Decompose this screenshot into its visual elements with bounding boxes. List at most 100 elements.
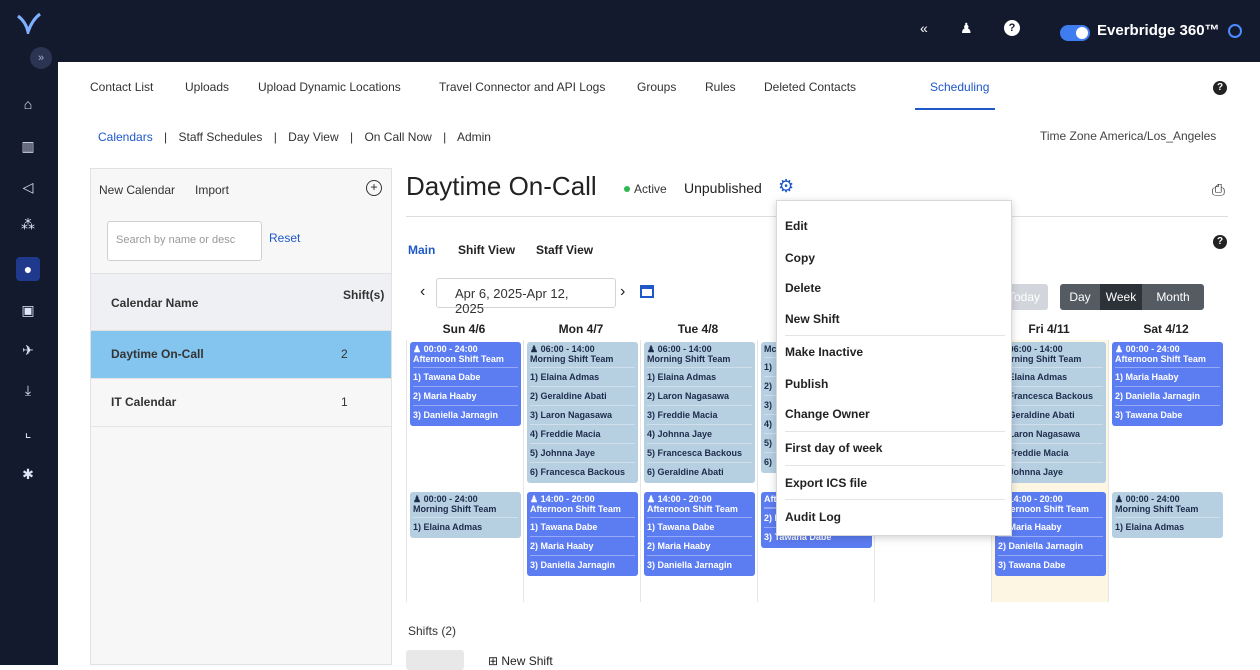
shift-person: 2) Maria Haaby bbox=[413, 386, 518, 405]
tab-upload-dynamic-locations[interactable]: Upload Dynamic Locations bbox=[258, 80, 401, 94]
gear-dropdown-menu: Edit Copy Delete New Shift Make Inactive… bbox=[776, 200, 1012, 536]
print-icon[interactable]: ⎙ bbox=[1212, 182, 1225, 200]
shift-person: 5) Johnna Jaye bbox=[530, 443, 635, 462]
menu-delete[interactable]: Delete bbox=[785, 281, 821, 295]
day-mode-button[interactable]: Day bbox=[1060, 284, 1100, 310]
subnav-day-view[interactable]: Day View bbox=[288, 130, 338, 144]
shift-block[interactable]: ♟ 00:00 - 24:00 Morning Shift Team 1) Elai… bbox=[1112, 492, 1223, 538]
buildings-icon[interactable]: ▥ bbox=[16, 134, 40, 158]
tab-travel-connector[interactable]: Travel Connector and API Logs bbox=[439, 80, 605, 94]
new-calendar-link[interactable]: New Calendar bbox=[99, 183, 175, 197]
menu-copy[interactable]: Copy bbox=[785, 251, 815, 265]
help-icon[interactable]: ? bbox=[1213, 235, 1227, 249]
gear-icon[interactable]: ⚙ bbox=[778, 176, 794, 197]
shift-time: ♟ 06:00 - 14:00 bbox=[998, 344, 1063, 354]
day-column[interactable]: ♟ 00:00 - 24:00 Afternoon Shift Team 1) Ta… bbox=[406, 340, 523, 602]
subnav-staff-schedules[interactable]: Staff Schedules bbox=[179, 130, 263, 144]
sidebar-collapse-icon[interactable]: » bbox=[30, 47, 52, 69]
shift-block[interactable]: ♟ 00:00 - 24:00 Afternoon Shift Team 1) Ma… bbox=[1112, 342, 1223, 426]
subnav-separator: | bbox=[349, 130, 354, 144]
calendar-row[interactable]: IT Calendar 1 bbox=[91, 379, 391, 427]
shift-person: 1) Elaina Admas bbox=[1115, 517, 1220, 536]
shift-block[interactable]: ♟ 14:00 - 20:00 Afternoon Shift Team 1) Ta… bbox=[527, 492, 638, 576]
next-week-button[interactable]: › bbox=[620, 283, 625, 301]
chart-icon[interactable]: ⌞ bbox=[16, 420, 40, 444]
menu-publish[interactable]: Publish bbox=[785, 377, 828, 391]
day-header: Mon 4/7 bbox=[558, 322, 604, 336]
nodes-icon[interactable]: ⁂ bbox=[16, 212, 40, 236]
megaphone-icon[interactable]: ◁ bbox=[16, 175, 40, 199]
tab-main[interactable]: Main bbox=[408, 243, 435, 257]
help-icon[interactable]: ? bbox=[1213, 81, 1227, 95]
tab-deleted-contacts[interactable]: Deleted Contacts bbox=[764, 80, 856, 94]
col-calendar-name[interactable]: Calendar Name bbox=[111, 296, 198, 310]
month-mode-button[interactable]: Month bbox=[1142, 284, 1204, 310]
shift-person: 6) Geraldine Abati bbox=[647, 462, 752, 481]
app-logo[interactable] bbox=[16, 12, 42, 34]
user-icon[interactable]: ♟ bbox=[960, 20, 973, 37]
tab-scheduling[interactable]: Scheduling bbox=[930, 80, 989, 94]
tab-rules[interactable]: Rules bbox=[705, 80, 736, 94]
menu-audit-log[interactable]: Audit Log bbox=[785, 510, 841, 524]
double-chevron-left-icon[interactable]: « bbox=[920, 20, 928, 36]
brand-chevron-icon[interactable] bbox=[1228, 24, 1242, 38]
home-icon[interactable]: ⌂ bbox=[16, 92, 40, 116]
shift-person: 3) Laron Nagasawa bbox=[530, 405, 635, 424]
day-column[interactable]: ♟ 06:00 - 14:00 Morning Shift Team 1) Elai… bbox=[523, 340, 640, 602]
day-column[interactable]: ♟ 00:00 - 24:00 Afternoon Shift Team 1) Ma… bbox=[1108, 340, 1225, 602]
tab-uploads[interactable]: Uploads bbox=[185, 80, 229, 94]
tab-shift-view[interactable]: Shift View bbox=[458, 243, 515, 257]
shift-block[interactable]: ♟ 00:00 - 24:00 Morning Shift Team 1) Elai… bbox=[410, 492, 521, 538]
day-column[interactable]: ♟ 06:00 - 14:00 Morning Shift Team 1) Elai… bbox=[640, 340, 757, 602]
new-shift-button[interactable]: ⊞ New Shift bbox=[488, 654, 553, 668]
gear-icon[interactable]: ✱ bbox=[16, 462, 40, 486]
shift-block[interactable]: ♟ 00:00 - 24:00 Afternoon Shift Team 1) Ta… bbox=[410, 342, 521, 426]
week-mode-button[interactable]: Week bbox=[1100, 284, 1142, 310]
tab-groups[interactable]: Groups bbox=[637, 80, 676, 94]
subnav-admin[interactable]: Admin bbox=[457, 130, 491, 144]
menu-first-day-of-week[interactable]: First day of week bbox=[785, 441, 882, 455]
import-link[interactable]: Import bbox=[195, 183, 229, 197]
reset-button[interactable]: Reset bbox=[269, 231, 300, 245]
tab-staff-view[interactable]: Staff View bbox=[536, 243, 593, 257]
prev-week-button[interactable]: ‹ bbox=[420, 283, 425, 301]
publish-state: Unpublished bbox=[684, 180, 762, 196]
menu-new-shift[interactable]: New Shift bbox=[785, 312, 840, 326]
menu-export-ics[interactable]: Export ICS file bbox=[785, 476, 867, 490]
calendar-icon[interactable]: ▣ bbox=[16, 298, 40, 322]
shift-person: 5) Freddie Macia bbox=[998, 443, 1103, 462]
shift-person: 3) Geraldine Abati bbox=[998, 405, 1103, 424]
shift-person: 1) Maria Haaby bbox=[1115, 367, 1220, 386]
shift-person: 6) Francesca Backous bbox=[530, 462, 635, 481]
tab-contact-list[interactable]: Contact List bbox=[90, 80, 153, 94]
menu-edit[interactable]: Edit bbox=[785, 219, 808, 233]
sidebar: » ⌂ ▥ ◁ ⁂ ● ▣ ✈ ⤓ ⌞ ✱ bbox=[0, 0, 58, 665]
sub-nav: Calendars | Staff Schedules | Day View |… bbox=[98, 130, 491, 144]
calendar-picker-icon[interactable] bbox=[640, 285, 654, 298]
subnav-on-call-now[interactable]: On Call Now bbox=[364, 130, 431, 144]
menu-make-inactive[interactable]: Make Inactive bbox=[785, 345, 863, 359]
shift-person: 4) Laron Nagasawa bbox=[998, 424, 1103, 443]
shift-person: 2) Maria Haaby bbox=[647, 536, 752, 555]
shift-block[interactable]: ♟ 06:00 - 14:00 Morning Shift Team 1) Elai… bbox=[527, 342, 638, 483]
search-input[interactable]: Search by name or desc bbox=[107, 221, 262, 261]
subnav-calendars[interactable]: Calendars bbox=[98, 130, 153, 144]
shift-block[interactable]: ♟ 06:00 - 14:00 Morning Shift Team 1) Elai… bbox=[644, 342, 755, 483]
shift-team: Afternoon Shift Team bbox=[530, 504, 621, 514]
shift-person: 1) Tawana Dabe bbox=[647, 517, 752, 536]
add-circle-icon[interactable]: + bbox=[366, 180, 382, 196]
date-range-field[interactable]: Apr 6, 2025-Apr 12, 2025 bbox=[436, 278, 616, 316]
menu-separator bbox=[785, 431, 1005, 432]
location-pin-icon[interactable]: ● bbox=[16, 257, 40, 281]
shift-block[interactable]: ♟ 14:00 - 20:00 Afternoon Shift Team 1) Ta… bbox=[644, 492, 755, 576]
plane-arrival-icon[interactable]: ⤓ bbox=[16, 378, 40, 402]
calendar-row[interactable]: Daytime On-Call 2 bbox=[91, 331, 391, 379]
calendar-name: Daytime On-Call bbox=[111, 347, 204, 361]
product-toggle[interactable] bbox=[1060, 25, 1090, 41]
menu-change-owner[interactable]: Change Owner bbox=[785, 407, 870, 421]
delete-button[interactable] bbox=[406, 650, 464, 670]
shift-person: 3) Tawana Dabe bbox=[998, 555, 1103, 574]
col-shifts[interactable]: Shift(s) bbox=[343, 288, 384, 302]
airplane-icon[interactable]: ✈ bbox=[16, 338, 40, 362]
help-icon[interactable]: ? bbox=[1004, 20, 1020, 36]
